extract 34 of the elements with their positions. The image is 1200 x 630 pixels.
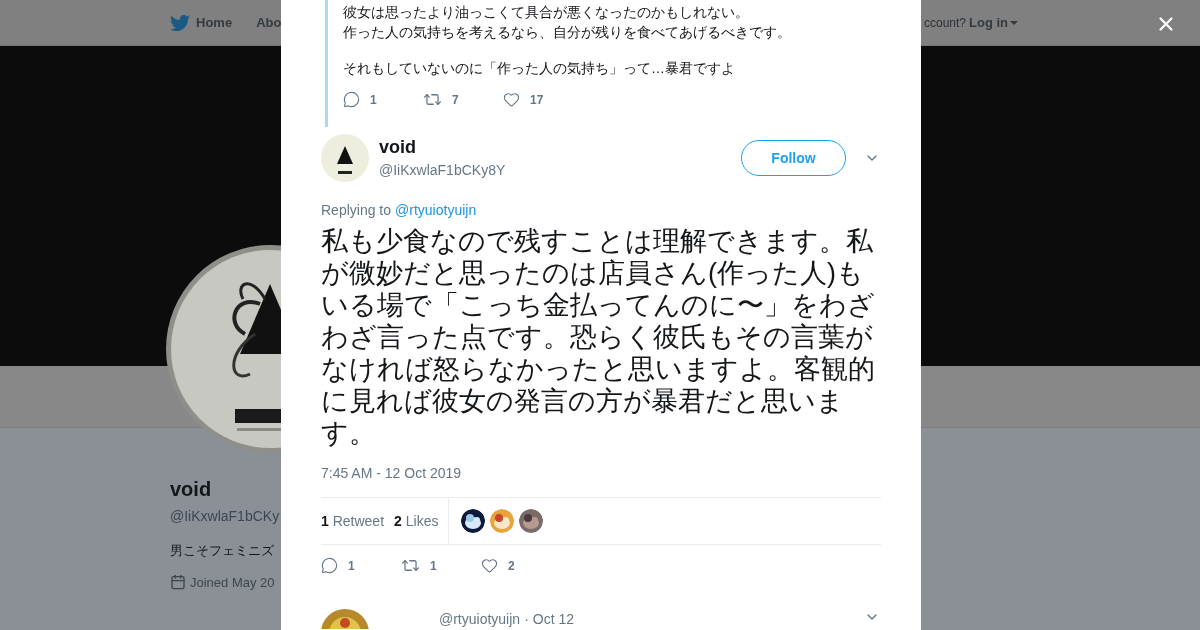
action-count: 1 — [430, 557, 437, 575]
action-count: 1 — [348, 557, 355, 575]
nav-link[interactable]: Abo — [256, 12, 282, 33]
separator: · — [524, 611, 529, 627]
caret-icon — [1010, 20, 1018, 25]
tweet-text: 私も少食なので残すことは理解できます。私が微妙だと思ったのは店員さん(作った人)もいる場で「こっち金払ってんのに〜」をわざわざ言った点です。恐らく彼氏もその言葉がなければ怒らなかったと思いますよ。客観的に見れば彼女の発言の方が暴君だと思います。 — [321, 225, 876, 449]
author-handle: @IiKxwlaF1bCKy8Y — [379, 160, 506, 180]
tweet-text-line: 彼女は思ったより油っこくて具合が悪くなったのかもしれない。 — [343, 3, 750, 22]
reply-icon[interactable] — [321, 557, 338, 574]
tweet-text-line: 作った人の気持ちを考えるなら、自分が残りを食べてあげるべきです。 — [343, 23, 791, 42]
author-handle: @rtyuiotyuijn — [439, 611, 521, 627]
calendar-icon — [170, 574, 186, 591]
heart-icon[interactable] — [481, 557, 498, 574]
stat-link[interactable]: 2 Likes — [394, 510, 439, 532]
profile-name: void — [170, 477, 213, 502]
profile-handle: @IiKxwlaF1bCKy — [170, 507, 281, 526]
account-prompt: ccount? — [923, 14, 966, 32]
heart-icon[interactable] — [503, 91, 520, 108]
replying-label: Replying to — [321, 201, 392, 220]
nav-link[interactable]: Home — [196, 12, 233, 33]
action-count: 7 — [452, 91, 459, 109]
mention-link[interactable]: @rtyuiotyuijn — [395, 200, 477, 221]
action-count: 17 — [530, 91, 544, 109]
action-count: 1 — [370, 91, 377, 109]
login-link[interactable]: Log in — [969, 12, 1018, 33]
tweet-timestamp: 7:45 AM - 12 Oct 2019 — [321, 464, 463, 483]
author-name: void — [379, 135, 417, 158]
profile-bio: 男こそフェミニズ — [170, 542, 275, 560]
tweet-date: Oct 12 — [532, 611, 575, 627]
tweet-text-line: それもしていないのに「作った人の気持ち」って…暴君ですよ — [343, 59, 736, 78]
reply-icon[interactable] — [343, 91, 360, 108]
stat-link[interactable]: 1 Retweet — [321, 510, 385, 532]
join-date: Joined May 20 — [190, 573, 275, 592]
action-count: 2 — [508, 557, 515, 575]
